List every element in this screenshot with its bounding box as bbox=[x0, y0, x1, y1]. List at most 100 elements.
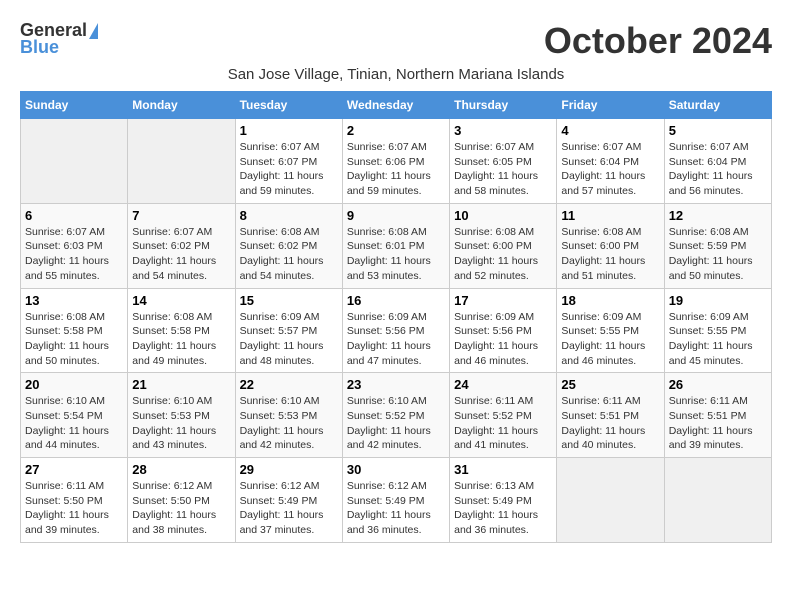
day-info: Sunrise: 6:10 AM Sunset: 5:54 PM Dayligh… bbox=[25, 394, 123, 453]
col-header-saturday: Saturday bbox=[664, 92, 771, 119]
day-info: Sunrise: 6:12 AM Sunset: 5:49 PM Dayligh… bbox=[347, 479, 445, 538]
day-cell: 9 Sunrise: 6:08 AM Sunset: 6:01 PM Daylig… bbox=[342, 203, 449, 288]
header: General Blue October 2024 bbox=[20, 20, 772, 62]
day-cell: 19 Sunrise: 6:09 AM Sunset: 5:55 PM Dayli… bbox=[664, 288, 771, 373]
week-row-2: 6Sunrise: 6:07 AM Sunset: 6:03 PM Daylig… bbox=[21, 203, 772, 288]
day-info: Sunrise: 6:07 AM Sunset: 6:07 PM Dayligh… bbox=[240, 140, 338, 199]
day-number: 17 bbox=[454, 293, 552, 308]
day-cell: 18Sunrise: 6:09 AM Sunset: 5:55 PM Dayli… bbox=[557, 288, 664, 373]
day-number: 13 bbox=[25, 293, 123, 308]
day-cell bbox=[128, 119, 235, 204]
day-cell: 1Sunrise: 6:07 AM Sunset: 6:07 PM Daylig… bbox=[235, 119, 342, 204]
day-info: Sunrise: 6:08 AM Sunset: 5:59 PM Dayligh… bbox=[669, 225, 767, 284]
day-info: Sunrise: 6:08 AM Sunset: 6:01 PM Dayligh… bbox=[347, 225, 445, 284]
day-cell: 7 Sunrise: 6:07 AM Sunset: 6:02 PM Daylig… bbox=[128, 203, 235, 288]
day-info: Sunrise: 6:09 AM Sunset: 5:57 PM Dayligh… bbox=[240, 310, 338, 369]
day-cell: 17 Sunrise: 6:09 AM Sunset: 5:56 PM Dayli… bbox=[450, 288, 557, 373]
day-number: 6 bbox=[25, 208, 123, 223]
day-cell: 13Sunrise: 6:08 AM Sunset: 5:58 PM Dayli… bbox=[21, 288, 128, 373]
day-info: Sunrise: 6:11 AM Sunset: 5:52 PM Dayligh… bbox=[454, 394, 552, 453]
day-info: Sunrise: 6:09 AM Sunset: 5:56 PM Dayligh… bbox=[454, 310, 552, 369]
day-info: Sunrise: 6:10 AM Sunset: 5:52 PM Dayligh… bbox=[347, 394, 445, 453]
day-cell: 21Sunrise: 6:10 AM Sunset: 5:53 PM Dayli… bbox=[128, 373, 235, 458]
col-header-friday: Friday bbox=[557, 92, 664, 119]
day-info: Sunrise: 6:09 AM Sunset: 5:56 PM Dayligh… bbox=[347, 310, 445, 369]
day-number: 14 bbox=[132, 293, 230, 308]
day-info: Sunrise: 6:10 AM Sunset: 5:53 PM Dayligh… bbox=[132, 394, 230, 453]
day-number: 20 bbox=[25, 377, 123, 392]
day-info: Sunrise: 6:08 AM Sunset: 6:02 PM Dayligh… bbox=[240, 225, 338, 284]
day-info: Sunrise: 6:08 AM Sunset: 6:00 PM Dayligh… bbox=[454, 225, 552, 284]
day-info: Sunrise: 6:07 AM Sunset: 6:05 PM Dayligh… bbox=[454, 140, 552, 199]
calendar-table: SundayMondayTuesdayWednesdayThursdayFrid… bbox=[20, 91, 772, 543]
day-cell: 12 Sunrise: 6:08 AM Sunset: 5:59 PM Dayli… bbox=[664, 203, 771, 288]
day-cell: 16Sunrise: 6:09 AM Sunset: 5:56 PM Dayli… bbox=[342, 288, 449, 373]
day-number: 12 bbox=[669, 208, 767, 223]
day-cell bbox=[21, 119, 128, 204]
day-cell: 23 Sunrise: 6:10 AM Sunset: 5:52 PM Dayli… bbox=[342, 373, 449, 458]
day-cell: 8 Sunrise: 6:08 AM Sunset: 6:02 PM Daylig… bbox=[235, 203, 342, 288]
day-number: 29 bbox=[240, 462, 338, 477]
week-row-1: 1Sunrise: 6:07 AM Sunset: 6:07 PM Daylig… bbox=[21, 119, 772, 204]
day-number: 24 bbox=[454, 377, 552, 392]
day-cell: 30 Sunrise: 6:12 AM Sunset: 5:49 PM Dayli… bbox=[342, 458, 449, 543]
day-info: Sunrise: 6:07 AM Sunset: 6:06 PM Dayligh… bbox=[347, 140, 445, 199]
day-number: 18 bbox=[561, 293, 659, 308]
day-cell: 10Sunrise: 6:08 AM Sunset: 6:00 PM Dayli… bbox=[450, 203, 557, 288]
week-row-3: 13 Sunrise: 6:08 AM Sunset: 5:58 PM Dayli… bbox=[21, 288, 772, 373]
day-info: Sunrise: 6:12 AM Sunset: 5:49 PM Dayligh… bbox=[240, 479, 338, 538]
day-number: 31 bbox=[454, 462, 552, 477]
day-number: 22 bbox=[240, 377, 338, 392]
day-cell: 26 Sunrise: 6:11 AM Sunset: 5:51 PM Dayli… bbox=[664, 373, 771, 458]
title-block: October 2024 bbox=[544, 20, 772, 62]
day-number: 23 bbox=[347, 377, 445, 392]
day-info: Sunrise: 6:13 AM Sunset: 5:49 PM Dayligh… bbox=[454, 479, 552, 538]
day-number: 27 bbox=[25, 462, 123, 477]
day-cell: 29 Sunrise: 6:12 AM Sunset: 5:49 PM Dayli… bbox=[235, 458, 342, 543]
col-header-monday: Monday bbox=[128, 92, 235, 119]
day-cell: 14 Sunrise: 6:08 AM Sunset: 5:58 PM Dayli… bbox=[128, 288, 235, 373]
col-header-tuesday: Tuesday bbox=[235, 92, 342, 119]
day-number: 28 bbox=[132, 462, 230, 477]
day-number: 4 bbox=[561, 123, 659, 138]
day-info: Sunrise: 6:09 AM Sunset: 5:55 PM Dayligh… bbox=[669, 310, 767, 369]
day-cell bbox=[557, 458, 664, 543]
subtitle: San Jose Village, Tinian, Northern Maria… bbox=[20, 66, 772, 83]
day-number: 8 bbox=[240, 208, 338, 223]
day-number: 25 bbox=[561, 377, 659, 392]
day-info: Sunrise: 6:11 AM Sunset: 5:51 PM Dayligh… bbox=[669, 394, 767, 453]
week-row-5: 27 Sunrise: 6:11 AM Sunset: 5:50 PM Dayli… bbox=[21, 458, 772, 543]
day-number: 26 bbox=[669, 377, 767, 392]
days-header-row: SundayMondayTuesdayWednesdayThursdayFrid… bbox=[21, 92, 772, 119]
col-header-sunday: Sunday bbox=[21, 92, 128, 119]
day-cell: 24 Sunrise: 6:11 AM Sunset: 5:52 PM Dayli… bbox=[450, 373, 557, 458]
day-number: 9 bbox=[347, 208, 445, 223]
day-cell: 31 Sunrise: 6:13 AM Sunset: 5:49 PM Dayli… bbox=[450, 458, 557, 543]
day-number: 3 bbox=[454, 123, 552, 138]
day-cell: 3 Sunrise: 6:07 AM Sunset: 6:05 PM Daylig… bbox=[450, 119, 557, 204]
day-cell: 28 Sunrise: 6:12 AM Sunset: 5:50 PM Dayli… bbox=[128, 458, 235, 543]
day-cell: 20 Sunrise: 6:10 AM Sunset: 5:54 PM Dayli… bbox=[21, 373, 128, 458]
logo: General Blue bbox=[20, 20, 98, 58]
day-cell: 11Sunrise: 6:08 AM Sunset: 6:00 PM Dayli… bbox=[557, 203, 664, 288]
day-info: Sunrise: 6:11 AM Sunset: 5:51 PM Dayligh… bbox=[561, 394, 659, 453]
day-cell bbox=[664, 458, 771, 543]
day-info: Sunrise: 6:07 AM Sunset: 6:02 PM Dayligh… bbox=[132, 225, 230, 284]
col-header-wednesday: Wednesday bbox=[342, 92, 449, 119]
logo-blue: Blue bbox=[20, 37, 59, 58]
day-info: Sunrise: 6:08 AM Sunset: 5:58 PM Dayligh… bbox=[132, 310, 230, 369]
day-number: 30 bbox=[347, 462, 445, 477]
day-number: 5 bbox=[669, 123, 767, 138]
month-title: October 2024 bbox=[544, 20, 772, 62]
day-number: 19 bbox=[669, 293, 767, 308]
day-info: Sunrise: 6:11 AM Sunset: 5:50 PM Dayligh… bbox=[25, 479, 123, 538]
day-cell: 4Sunrise: 6:07 AM Sunset: 6:04 PM Daylig… bbox=[557, 119, 664, 204]
logo-triangle-icon bbox=[89, 23, 98, 39]
day-info: Sunrise: 6:10 AM Sunset: 5:53 PM Dayligh… bbox=[240, 394, 338, 453]
day-info: Sunrise: 6:12 AM Sunset: 5:50 PM Dayligh… bbox=[132, 479, 230, 538]
day-cell: 25 Sunrise: 6:11 AM Sunset: 5:51 PM Dayli… bbox=[557, 373, 664, 458]
day-info: Sunrise: 6:07 AM Sunset: 6:04 PM Dayligh… bbox=[669, 140, 767, 199]
day-cell: 15Sunrise: 6:09 AM Sunset: 5:57 PM Dayli… bbox=[235, 288, 342, 373]
day-cell: 2Sunrise: 6:07 AM Sunset: 6:06 PM Daylig… bbox=[342, 119, 449, 204]
day-number: 7 bbox=[132, 208, 230, 223]
